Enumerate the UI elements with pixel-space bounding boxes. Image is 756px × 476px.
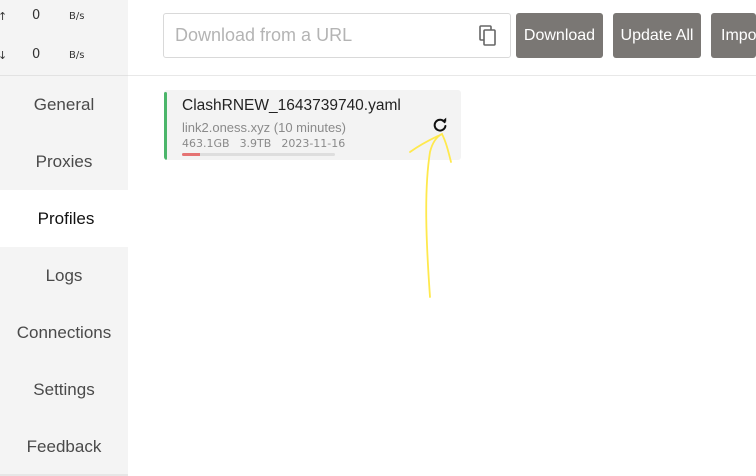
upload-speed: ↑ 0 B/s <box>0 8 128 28</box>
paste-icon[interactable] <box>478 25 498 47</box>
sidebar-item-connections[interactable]: Connections <box>0 304 128 361</box>
profile-usage: 463.1GB 3.9TB 2023-11-16 <box>182 137 355 150</box>
profile-expires: 2023-11-16 <box>281 137 346 150</box>
sidebar-item-proxies[interactable]: Proxies <box>0 133 128 190</box>
sidebar: ↑ 0 B/s ↓ 0 B/s General Proxies Profiles… <box>0 0 132 476</box>
upload-speed-unit: B/s <box>69 11 85 22</box>
usage-progress-fill <box>182 153 200 156</box>
profiles-toolbar: Download Update All Import <box>128 0 756 76</box>
profile-total: 3.9TB <box>239 137 272 150</box>
sidebar-item-general[interactable]: General <box>0 76 128 133</box>
sidebar-item-profiles[interactable]: Profiles <box>0 190 132 247</box>
profile-used: 463.1GB <box>182 137 230 150</box>
profiles-page: Download Update All Import ClashRNEW_164… <box>128 0 756 476</box>
sidebar-item-feedback[interactable]: Feedback <box>0 418 128 475</box>
profile-card[interactable]: ClashRNEW_1643739740.yaml link2.oness.xy… <box>164 90 461 160</box>
upload-speed-value: 0 <box>32 8 41 23</box>
url-input[interactable] <box>163 13 511 58</box>
refresh-icon[interactable] <box>432 117 448 133</box>
download-speed-unit: B/s <box>69 50 85 61</box>
profile-source: link2.oness.xyz (10 minutes) <box>182 120 347 135</box>
upload-arrow-icon: ↑ <box>0 10 8 23</box>
profile-name: ClashRNEW_1643739740.yaml <box>182 97 401 114</box>
sidebar-item-logs[interactable]: Logs <box>0 247 128 304</box>
download-speed-value: 0 <box>32 47 41 62</box>
active-profile-indicator <box>164 92 167 160</box>
import-button[interactable]: Import <box>711 13 756 58</box>
download-arrow-icon: ↓ <box>0 49 8 62</box>
update-all-button[interactable]: Update All <box>613 13 701 58</box>
usage-progress-bar <box>182 153 335 156</box>
download-speed: ↓ 0 B/s <box>0 47 128 67</box>
download-button[interactable]: Download <box>516 13 603 58</box>
sidebar-item-settings[interactable]: Settings <box>0 361 128 418</box>
